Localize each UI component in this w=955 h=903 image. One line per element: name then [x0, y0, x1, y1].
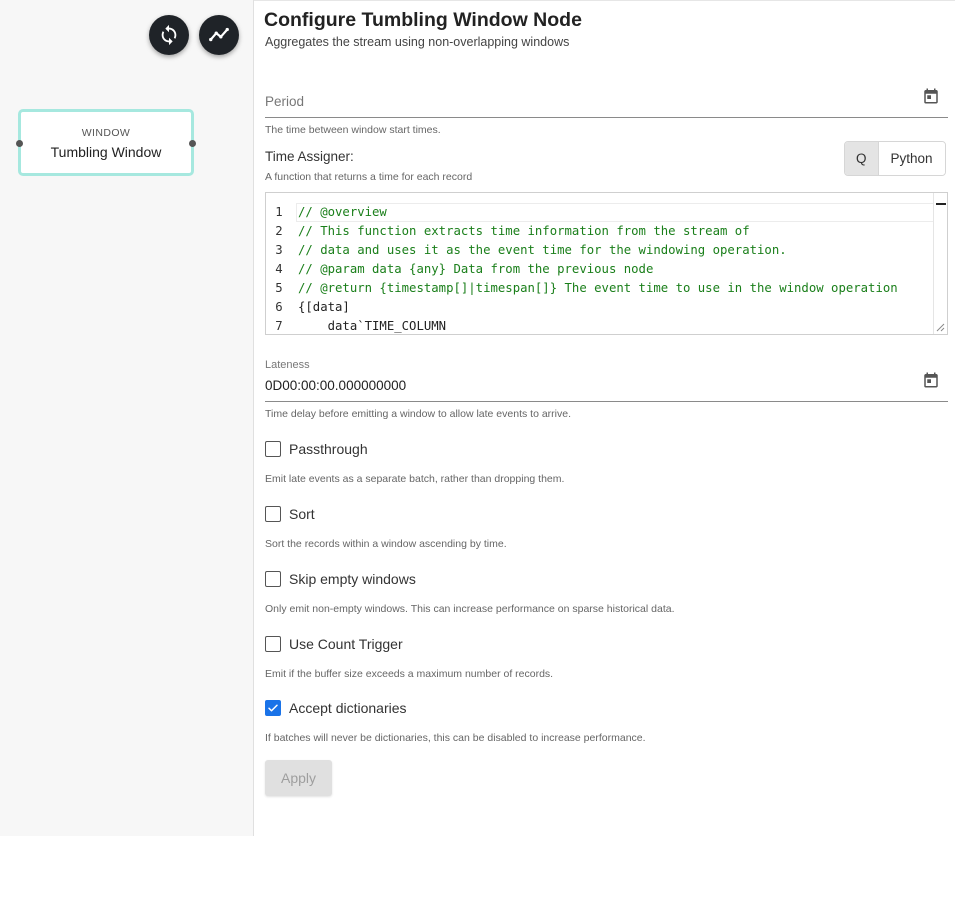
code-text: {[data]: [298, 300, 350, 314]
line-number: 4: [275, 262, 283, 276]
code-text: // @param data {any} Data from the previ…: [298, 262, 654, 276]
refresh-layout-button[interactable]: [149, 15, 189, 55]
calendar-icon[interactable]: [922, 87, 940, 105]
editor-scrollbar[interactable]: [933, 193, 947, 334]
sort-checkbox[interactable]: [265, 506, 281, 522]
code-text: // data and uses it as the event time fo…: [298, 243, 787, 257]
resize-grip-icon[interactable]: [936, 323, 945, 332]
app-root: WINDOW Tumbling Window Configure Tumblin…: [0, 0, 955, 903]
code-line[interactable]: 7 data`TIME_COLUMN: [266, 317, 947, 334]
passthrough-helper: Emit late events as a separate batch, ra…: [265, 473, 565, 485]
skip-empty-windows-checkbox-row[interactable]: Skip empty windows: [265, 571, 416, 587]
check-icon: [268, 704, 278, 712]
code-line[interactable]: 2 // This function extracts time informat…: [266, 222, 947, 241]
code-text: // @overview: [298, 205, 387, 219]
period-helper: The time between window start times.: [265, 124, 441, 136]
sort-label: Sort: [289, 506, 315, 522]
language-option-python[interactable]: Python: [878, 142, 945, 175]
period-input[interactable]: [265, 93, 905, 108]
metrics-button[interactable]: [199, 15, 239, 55]
use-count-trigger-checkbox[interactable]: [265, 636, 281, 652]
apply-button[interactable]: Apply: [265, 760, 332, 796]
lateness-field[interactable]: Lateness: [265, 358, 948, 402]
accept-dictionaries-checkbox-row[interactable]: Accept dictionaries: [265, 700, 407, 716]
code-line[interactable]: 1 // @overview: [266, 203, 947, 222]
code-line[interactable]: 5 // @return {timestamp[]|timespan[]} The…: [266, 279, 947, 298]
page-title: Configure Tumbling Window Node: [264, 9, 582, 31]
window-node[interactable]: WINDOW Tumbling Window: [16, 109, 196, 176]
use-count-trigger-helper: Emit if the buffer size exceeds a maximu…: [265, 668, 554, 680]
passthrough-checkbox[interactable]: [265, 441, 281, 457]
use-count-trigger-checkbox-row[interactable]: Use Count Trigger: [265, 636, 403, 652]
code-text: data`TIME_COLUMN: [298, 319, 447, 333]
line-number: 7: [275, 319, 283, 333]
time-assigner-helper: A function that returns a time for each …: [265, 171, 473, 183]
line-number: 5: [275, 281, 283, 295]
time-assigner-label: Time Assigner:: [265, 149, 354, 164]
pipeline-canvas[interactable]: WINDOW Tumbling Window: [0, 0, 254, 836]
accept-dictionaries-helper: If batches will never be dictionaries, t…: [265, 732, 646, 744]
skip-empty-windows-checkbox[interactable]: [265, 571, 281, 587]
node-input-port[interactable]: [16, 140, 23, 147]
code-text: // This function extracts time informati…: [298, 224, 750, 238]
lateness-helper: Time delay before emitting a window to a…: [265, 408, 572, 420]
node-config-panel: Configure Tumbling Window Node Aggregate…: [254, 0, 955, 836]
page-subtitle: Aggregates the stream using non-overlapp…: [265, 35, 570, 49]
accept-dictionaries-label: Accept dictionaries: [289, 700, 407, 716]
node-output-port[interactable]: [189, 140, 196, 147]
calendar-icon[interactable]: [922, 371, 940, 389]
code-line[interactable]: 3 // data and uses it as the event time f…: [266, 241, 947, 260]
accept-dictionaries-checkbox[interactable]: [265, 700, 281, 716]
scrollbar-thumb[interactable]: [936, 203, 946, 205]
skip-empty-windows-label: Skip empty windows: [289, 571, 416, 587]
skip-empty-windows-helper: Only emit non-empty windows. This can in…: [265, 603, 675, 615]
trend-line-icon: [209, 27, 229, 42]
language-option-q[interactable]: Q: [845, 142, 879, 175]
sort-checkbox-row[interactable]: Sort: [265, 506, 315, 522]
line-number: 3: [275, 243, 283, 257]
sync-icon: [161, 24, 177, 46]
passthrough-label: Passthrough: [289, 441, 368, 457]
node-name-label: Tumbling Window: [50, 144, 162, 160]
lateness-input[interactable]: [265, 378, 905, 393]
line-number: 2: [275, 224, 283, 238]
language-toggle: Q Python: [844, 141, 946, 176]
code-line[interactable]: 6 {[data]: [266, 298, 947, 317]
code-editor[interactable]: 1 // @overview 2 // This function extracts …: [265, 192, 948, 335]
passthrough-checkbox-row[interactable]: Passthrough: [265, 441, 368, 457]
line-number: 6: [275, 300, 283, 314]
line-number: 1: [275, 205, 283, 219]
node-type-label: WINDOW: [81, 127, 131, 139]
sort-helper: Sort the records within a window ascendi…: [265, 538, 507, 550]
lateness-label: Lateness: [265, 359, 310, 371]
code-text: // @return {timestamp[]|timespan[]} The …: [298, 281, 898, 295]
code-line[interactable]: 4 // @param data {any} Data from the prev…: [266, 260, 947, 279]
use-count-trigger-label: Use Count Trigger: [289, 636, 403, 652]
period-field[interactable]: Period: [265, 83, 948, 118]
